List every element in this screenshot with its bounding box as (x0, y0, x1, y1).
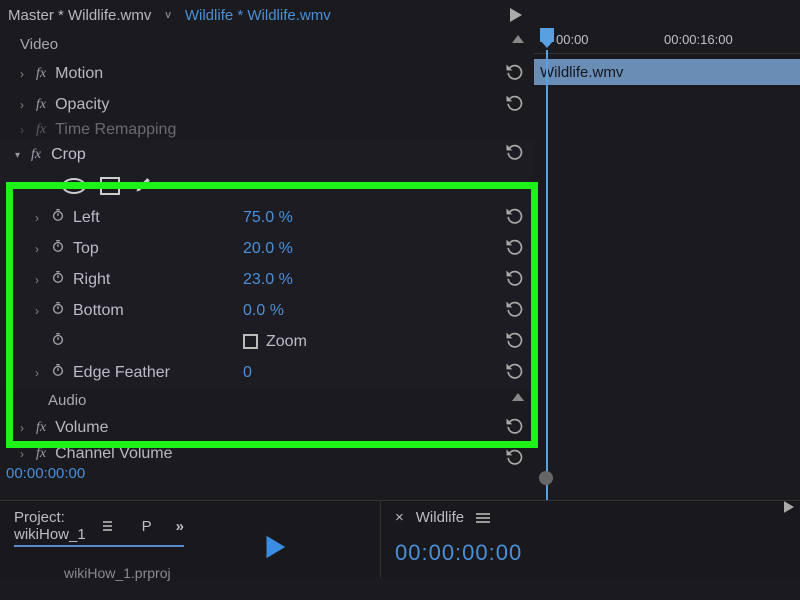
reset-icon[interactable] (504, 330, 524, 355)
ellipse-mask-icon[interactable] (62, 178, 86, 194)
reset-icon[interactable] (504, 62, 524, 87)
prop-bottom: › Bottom 0.0 % (0, 295, 534, 326)
prop-edge-feather: › Edge Feather 0 (0, 357, 534, 388)
chevron-right-icon[interactable]: › (35, 366, 51, 380)
caret-up-icon (512, 393, 524, 401)
chevron-right-icon[interactable]: › (20, 123, 28, 137)
fx-icon: fx (36, 420, 46, 436)
rectangle-mask-icon[interactable] (100, 177, 120, 195)
overflow-icon[interactable]: » (176, 518, 184, 535)
fx-icon: fx (36, 66, 46, 82)
value-edge-feather[interactable]: 0 (243, 364, 252, 382)
stopwatch-icon[interactable] (51, 301, 73, 320)
reset-icon[interactable] (504, 206, 524, 231)
prop-top: › Top 20.0 % (0, 233, 534, 264)
play-icon[interactable] (510, 8, 522, 27)
chevron-down-icon[interactable]: ▾ (15, 150, 31, 161)
effect-crop[interactable]: ▾ fx Crop (0, 140, 534, 170)
reset-icon[interactable] (504, 299, 524, 324)
chevron-right-icon[interactable]: › (20, 421, 28, 435)
value-left[interactable]: 75.0 % (243, 209, 293, 227)
chevron-right-icon[interactable]: › (35, 242, 51, 256)
chevron-down-icon[interactable]: v (165, 9, 171, 21)
project-item[interactable]: wikiHow_1.prproj (64, 565, 296, 581)
prop-right: › Right 23.0 % (0, 264, 534, 295)
tab-project[interactable]: Project: wikiHow_1 P » (14, 509, 184, 547)
playhead-line (546, 50, 548, 500)
timecode[interactable]: 00:00:00:00 (0, 465, 534, 487)
time-ruler[interactable]: 00:00 00:00:16:00 (534, 30, 800, 54)
effect-motion[interactable]: › fx Motion (0, 58, 534, 89)
source-timecode[interactable]: 00:00:00:00 (395, 540, 786, 566)
stopwatch-icon[interactable] (51, 239, 73, 258)
tab-clip[interactable]: Wildlife * Wildlife.wmv (185, 7, 331, 24)
clip-bar[interactable]: Wildlife.wmv (534, 59, 800, 85)
fx-icon: fx (36, 97, 46, 113)
reset-icon[interactable] (504, 361, 524, 386)
reset-icon[interactable] (504, 447, 524, 465)
section-video[interactable]: Video (0, 30, 534, 58)
reset-icon[interactable] (504, 416, 524, 441)
tab-wildlife[interactable]: Wildlife (416, 509, 464, 526)
prop-left: › Left 75.0 % (0, 202, 534, 233)
reset-icon[interactable] (504, 93, 524, 118)
effect-time-remapping[interactable]: › fx Time Remapping (0, 120, 534, 140)
panel-menu-icon[interactable] (103, 519, 112, 533)
stopwatch-icon[interactable] (51, 270, 73, 289)
reset-icon[interactable] (504, 237, 524, 262)
zoom-checkbox[interactable]: Zoom (243, 333, 307, 351)
chevron-right-icon[interactable]: › (20, 98, 28, 112)
effect-opacity[interactable]: › fx Opacity (0, 89, 534, 120)
value-bottom[interactable]: 0.0 % (243, 302, 284, 320)
stopwatch-icon[interactable] (51, 332, 73, 351)
chevron-right-icon[interactable]: › (35, 211, 51, 225)
effect-volume[interactable]: › fx Volume (0, 412, 534, 443)
reset-icon[interactable] (504, 142, 524, 167)
scroll-knob[interactable] (539, 471, 553, 485)
chevron-right-icon[interactable]: › (20, 67, 28, 81)
chevron-right-icon[interactable]: › (35, 273, 51, 287)
fx-icon: fx (36, 122, 46, 138)
value-right[interactable]: 23.0 % (243, 271, 293, 289)
stopwatch-icon[interactable] (51, 208, 73, 227)
reset-icon[interactable] (504, 268, 524, 293)
effect-channel-volume[interactable]: › fx Channel Volume (0, 443, 534, 465)
stopwatch-icon[interactable] (51, 363, 73, 382)
playhead-icon[interactable] (540, 28, 554, 42)
pen-mask-icon[interactable] (134, 174, 154, 199)
close-icon[interactable]: × (395, 509, 404, 526)
tab-master[interactable]: Master * Wildlife.wmv (8, 7, 151, 24)
play-cursor-icon (260, 531, 290, 566)
section-audio[interactable]: Audio (0, 388, 534, 412)
tab-p[interactable]: P (142, 518, 152, 535)
value-top[interactable]: 20.0 % (243, 240, 293, 258)
chevron-right-icon[interactable]: › (20, 447, 28, 461)
prop-zoom: › Zoom (0, 326, 534, 357)
panel-menu-icon[interactable] (476, 511, 490, 525)
fx-icon: fx (36, 446, 46, 462)
chevron-right-icon[interactable]: › (35, 304, 51, 318)
fx-icon: fx (31, 147, 41, 163)
caret-up-icon (512, 35, 524, 43)
